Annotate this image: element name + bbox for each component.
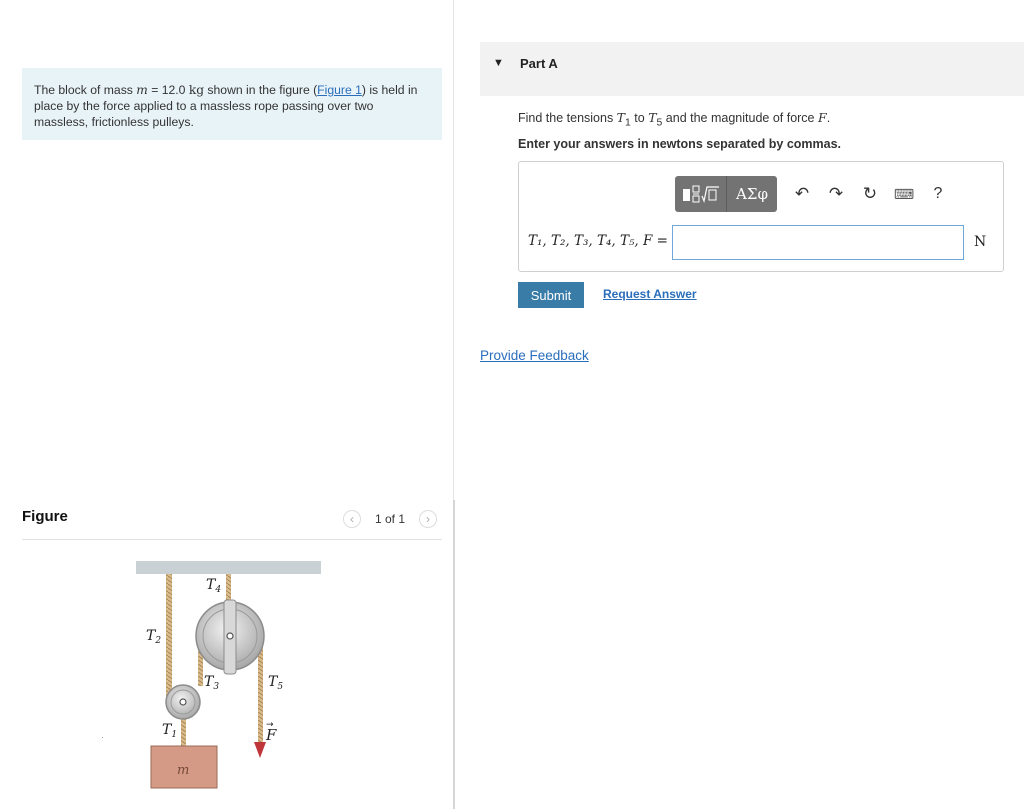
chevron-left-icon[interactable]: ‹: [343, 510, 361, 528]
problem-text: The block of mass: [34, 83, 137, 97]
figure-pager: ‹ 1 of 1 ›: [343, 510, 438, 528]
toolbar-button-group: ΑΣφ: [675, 176, 777, 212]
figure-divider: [22, 539, 442, 540]
question-to: to: [630, 111, 649, 125]
unit-label: N: [974, 234, 987, 250]
label-t1: T1: [162, 722, 177, 740]
pager-label: 1 of 1: [375, 512, 406, 526]
question-text: Find the tensions T1 to T5 and the magni…: [518, 110, 830, 129]
question-mid: and the magnitude of force: [662, 111, 818, 125]
part-title: Part A: [520, 56, 558, 71]
problem-text: shown in the figure (: [204, 83, 318, 97]
tension-first: T: [616, 110, 626, 125]
equation-label: T₁, T₂, T₃, T₄, T₅, F =: [528, 233, 668, 249]
label-t2: T2: [146, 628, 161, 646]
pulley-figure: T4 T2 T3 T5 T1 F → m: [136, 561, 321, 789]
label-t3: T3: [204, 674, 219, 692]
instruction-text: Enter your answers in newtons separated …: [518, 137, 842, 151]
submit-button[interactable]: Submit: [518, 282, 584, 308]
label-t4: T4: [206, 577, 221, 595]
mass-unit: kg: [188, 83, 205, 97]
templates-icon[interactable]: [675, 176, 727, 212]
label-mass: m: [177, 763, 189, 778]
label-t5: T5: [268, 674, 283, 692]
caret-down-icon[interactable]: ▼: [493, 57, 504, 69]
question-prefix: Find the tensions: [518, 111, 617, 125]
vector-arrow-icon: →: [266, 720, 274, 730]
keyboard-icon[interactable]: ⌨: [887, 176, 921, 212]
answer-input[interactable]: [672, 225, 964, 260]
mass-variable: m: [136, 83, 148, 97]
tension-last: T: [648, 110, 657, 125]
upper-pulley-axle: [226, 632, 234, 640]
provide-feedback-link[interactable]: Provide Feedback: [480, 348, 589, 363]
figure-link[interactable]: Figure 1: [317, 83, 362, 97]
ceiling: [136, 561, 321, 574]
undo-icon[interactable]: ↶: [785, 176, 819, 212]
stray-dot: [102, 737, 103, 738]
redo-icon[interactable]: ↷: [819, 176, 853, 212]
lower-pulley-axle: [179, 698, 187, 706]
help-button[interactable]: ?: [921, 176, 955, 212]
figure-panel-divider: [453, 500, 455, 809]
question-end: .: [826, 111, 831, 125]
rope-t2: [166, 574, 172, 698]
force-arrow-head: [254, 742, 266, 758]
chevron-right-icon[interactable]: ›: [419, 510, 438, 528]
mass-value: = 12.0: [147, 83, 189, 97]
templates-glyph: [682, 185, 719, 204]
force-variable: F: [818, 110, 827, 125]
request-answer-link[interactable]: Request Answer: [603, 287, 697, 301]
part-a-header[interactable]: [480, 42, 1024, 96]
math-toolbar: ΑΣφ ↶ ↷ ↻ ⌨ ?: [675, 176, 955, 212]
figure-title: Figure: [22, 508, 68, 525]
reset-icon[interactable]: ↻: [853, 176, 887, 212]
greek-symbols-button[interactable]: ΑΣφ: [727, 176, 777, 212]
problem-statement: The block of mass m = 12.0 kg shown in t…: [22, 68, 442, 140]
